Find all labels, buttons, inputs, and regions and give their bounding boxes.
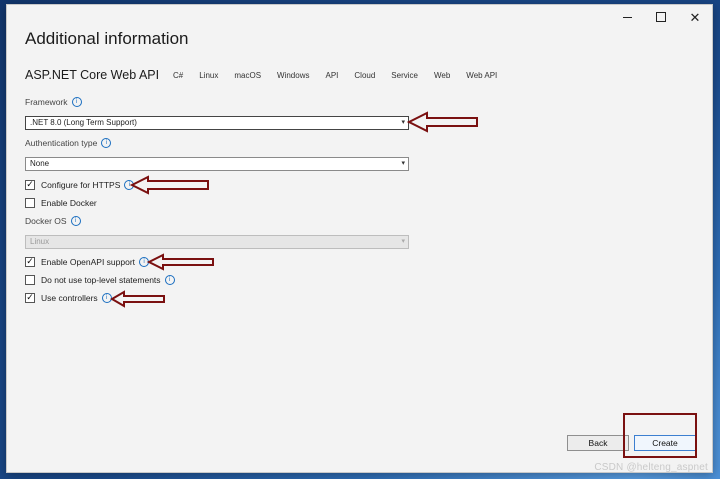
controllers-label: Use controllers — [41, 293, 98, 303]
auth-type-select[interactable]: None ▾ — [25, 157, 409, 171]
use-controllers-option[interactable]: ✓ Use controllers i — [25, 293, 112, 303]
annotation-arrow-https — [129, 175, 209, 195]
controllers-checkbox[interactable]: ✓ — [25, 293, 35, 303]
page-title: Additional information — [25, 29, 189, 48]
maximize-button[interactable] — [644, 5, 678, 29]
auth-type-value: None — [30, 159, 50, 168]
docker-os-label-text: Docker OS — [25, 216, 67, 226]
tag: Cloud — [354, 71, 376, 80]
docker-os-value: Linux — [30, 237, 50, 246]
framework-label: Framework i — [25, 97, 82, 107]
docker-checkbox[interactable] — [25, 198, 35, 208]
docker-label: Enable Docker — [41, 198, 97, 208]
maximize-icon — [656, 12, 666, 22]
create-highlight-annotation — [623, 413, 697, 458]
annotation-arrow-controllers — [110, 290, 165, 308]
tag: macOS — [234, 71, 262, 80]
chevron-down-icon: ▾ — [401, 160, 405, 167]
project-template-name: ASP.NET Core Web API — [25, 68, 160, 82]
minimize-button[interactable] — [610, 5, 644, 29]
window-controls: ✕ — [610, 5, 712, 29]
back-button[interactable]: Back — [567, 435, 629, 451]
tag: Linux — [199, 71, 219, 80]
tag: API — [325, 71, 339, 80]
auth-type-label: Authentication type i — [25, 138, 112, 148]
enable-docker-option[interactable]: Enable Docker — [25, 198, 97, 208]
info-icon[interactable]: i — [70, 216, 81, 226]
top-level-checkbox[interactable] — [25, 275, 35, 285]
dialog-window: ✕ Additional information ASP.NET Core We… — [6, 4, 713, 473]
info-icon[interactable]: i — [164, 275, 175, 285]
openapi-label: Enable OpenAPI support — [41, 257, 136, 267]
framework-value: .NET 8.0 (Long Term Support) — [30, 118, 137, 127]
top-level-statements-option[interactable]: Do not use top-level statements i — [25, 275, 175, 285]
tag: Web — [433, 71, 451, 80]
chevron-down-icon: ▾ — [401, 238, 405, 245]
annotation-arrow-framework — [406, 111, 478, 133]
https-label: Configure for HTTPS — [41, 180, 121, 190]
openapi-option[interactable]: ✓ Enable OpenAPI support i — [25, 257, 150, 267]
docker-os-select: Linux ▾ — [25, 235, 409, 249]
minimize-icon — [622, 16, 632, 18]
tag: Windows — [277, 71, 310, 80]
info-icon[interactable]: i — [71, 97, 82, 107]
close-button[interactable]: ✕ — [678, 5, 712, 29]
annotation-arrow-openapi — [146, 253, 214, 271]
framework-label-text: Framework — [25, 97, 68, 107]
close-icon: ✕ — [689, 9, 701, 25]
tag: Service — [391, 71, 418, 80]
chevron-down-icon: ▾ — [401, 119, 405, 126]
tag: C# — [173, 71, 184, 80]
framework-select[interactable]: .NET 8.0 (Long Term Support) ▾ — [25, 116, 409, 130]
top-level-label: Do not use top-level statements — [41, 275, 161, 285]
auth-type-label-text: Authentication type — [25, 138, 98, 148]
docker-os-label: Docker OS i — [25, 216, 81, 226]
https-checkbox[interactable]: ✓ — [25, 180, 35, 190]
tag: Web API — [466, 71, 498, 80]
info-icon[interactable]: i — [101, 138, 112, 148]
template-tags: C# Linux macOS Windows API Cloud Service… — [173, 71, 513, 80]
configure-https-option[interactable]: ✓ Configure for HTTPS i — [25, 180, 135, 190]
watermark: CSDN @helteng_aspnet — [594, 462, 708, 473]
openapi-checkbox[interactable]: ✓ — [25, 257, 35, 267]
